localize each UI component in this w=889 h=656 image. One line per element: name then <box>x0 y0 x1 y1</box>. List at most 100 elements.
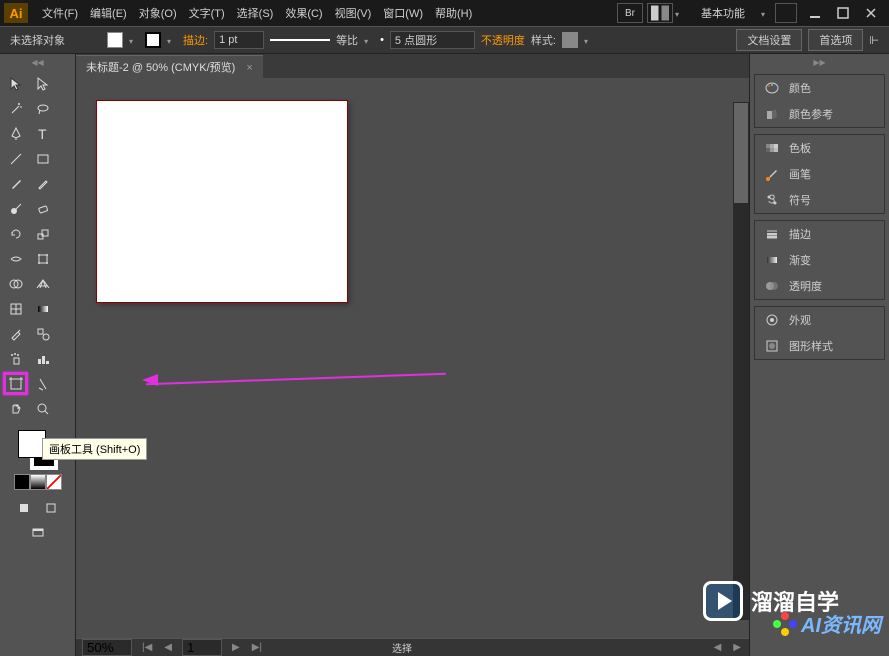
maximize-button[interactable] <box>829 1 857 25</box>
shape-builder-tool[interactable] <box>3 272 28 295</box>
panel-appearance[interactable]: 外观 <box>755 307 884 333</box>
workspace-dropdown[interactable] <box>761 8 771 18</box>
column-graph-tool[interactable] <box>30 347 55 370</box>
eyedropper-tool[interactable] <box>3 322 28 345</box>
menu-view[interactable]: 视图(V) <box>329 5 378 21</box>
panel-color-guide[interactable]: 颜色参考 <box>755 101 884 127</box>
panel-gradient[interactable]: 渐变 <box>755 247 884 273</box>
paintbrush-tool[interactable] <box>3 172 28 195</box>
selection-tool[interactable] <box>3 72 28 95</box>
pencil-tool[interactable] <box>30 172 55 195</box>
menu-type[interactable]: 文字(T) <box>183 5 231 21</box>
panel-symbols[interactable]: 符号 <box>755 187 884 213</box>
arrange-dropdown[interactable] <box>675 8 685 18</box>
blob-brush-tool[interactable] <box>3 197 28 220</box>
menu-window[interactable]: 窗口(W) <box>377 5 429 21</box>
lasso-tool[interactable] <box>30 97 55 120</box>
tool-tooltip: 画板工具 (Shift+O) <box>42 438 147 460</box>
ratio-dropdown[interactable] <box>364 35 374 45</box>
style-dropdown[interactable] <box>584 35 594 45</box>
slice-tool[interactable] <box>30 372 55 395</box>
artboard[interactable] <box>96 100 348 303</box>
panel-transparency[interactable]: 透明度 <box>755 273 884 299</box>
rotate-tool[interactable] <box>3 222 28 245</box>
panel-graphic-styles[interactable]: 图形样式 <box>755 333 884 359</box>
annotation-arrow <box>146 373 446 385</box>
draw-normal[interactable] <box>12 496 37 519</box>
color-mode-none[interactable] <box>46 474 62 490</box>
direct-selection-tool[interactable] <box>30 72 55 95</box>
first-artboard-icon[interactable]: |◀ <box>140 642 154 653</box>
free-transform-tool[interactable] <box>30 247 55 270</box>
fill-dropdown[interactable] <box>129 35 139 45</box>
type-tool[interactable]: T <box>30 122 55 145</box>
doc-tab[interactable]: 未标题-2 @ 50% (CMYK/预览) × <box>76 55 263 78</box>
eraser-tool[interactable] <box>30 197 55 220</box>
minimize-button[interactable] <box>801 1 829 25</box>
width-tool[interactable] <box>3 247 28 270</box>
artboard-nav-input[interactable] <box>182 639 222 656</box>
style-label[interactable]: 样式: <box>531 32 556 48</box>
brush-input[interactable] <box>390 31 475 49</box>
brush-preview[interactable] <box>270 39 330 41</box>
menu-object[interactable]: 对象(O) <box>133 5 183 21</box>
panel-swatches[interactable]: 色板 <box>755 135 884 161</box>
stroke-swatch[interactable] <box>145 32 161 48</box>
screen-mode[interactable] <box>25 521 50 544</box>
menu-select[interactable]: 选择(S) <box>231 5 280 21</box>
menu-edit[interactable]: 编辑(E) <box>84 5 133 21</box>
bridge-icon[interactable]: Br <box>617 3 643 23</box>
opacity-label[interactable]: 不透明度 <box>481 32 525 48</box>
hand-tool[interactable] <box>3 397 28 420</box>
style-swatch[interactable] <box>562 32 578 48</box>
panel-brushes[interactable]: 画笔 <box>755 161 884 187</box>
ratio-label[interactable]: 等比 <box>336 32 358 48</box>
mesh-tool[interactable] <box>3 297 28 320</box>
workspace-switcher[interactable]: 基本功能 <box>689 5 757 21</box>
panels-collapse[interactable]: ▶▶ <box>754 58 885 70</box>
doc-setup-button[interactable]: 文档设置 <box>736 29 802 51</box>
search-field[interactable] <box>775 3 797 23</box>
zoom-tool[interactable] <box>30 397 55 420</box>
hscroll-left[interactable]: ◀ <box>712 642 724 653</box>
panel-label: 图形样式 <box>789 338 833 354</box>
toolbox-collapse[interactable]: ◀◀ <box>3 58 72 70</box>
menu-effect[interactable]: 效果(C) <box>279 5 328 21</box>
rectangle-tool[interactable] <box>30 147 55 170</box>
last-artboard-icon[interactable]: ▶| <box>250 642 264 653</box>
panel-color[interactable]: 颜色 <box>755 75 884 101</box>
stroke-weight-input[interactable] <box>214 31 264 49</box>
vertical-scrollbar[interactable] <box>733 102 749 620</box>
preferences-button[interactable]: 首选项 <box>808 29 863 51</box>
blend-tool[interactable] <box>30 322 55 345</box>
panel-label: 色板 <box>789 140 811 156</box>
pen-tool[interactable] <box>3 122 28 145</box>
transparency-icon <box>763 277 781 295</box>
symbol-sprayer-tool[interactable] <box>3 347 28 370</box>
stroke-label[interactable]: 描边: <box>183 32 208 48</box>
zoom-input[interactable] <box>82 639 132 656</box>
arrange-docs-icon[interactable] <box>647 3 673 23</box>
scale-tool[interactable] <box>30 222 55 245</box>
close-tab-icon[interactable]: × <box>246 62 252 74</box>
perspective-grid-tool[interactable] <box>30 272 55 295</box>
canvas[interactable] <box>76 78 749 638</box>
next-artboard-icon[interactable]: ▶ <box>230 642 242 653</box>
fill-swatch[interactable] <box>107 32 123 48</box>
menu-help[interactable]: 帮助(H) <box>429 5 478 21</box>
panel-toggle-icon[interactable]: ⊩ <box>869 34 879 47</box>
color-mode-solid[interactable] <box>14 474 30 490</box>
line-tool[interactable] <box>3 147 28 170</box>
color-mode-gradient[interactable] <box>30 474 46 490</box>
tool-mode-label: 选择 <box>392 640 412 655</box>
draw-behind[interactable] <box>39 496 64 519</box>
hscroll-right[interactable]: ▶ <box>731 642 743 653</box>
artboard-tool[interactable] <box>3 372 28 395</box>
gradient-tool[interactable] <box>30 297 55 320</box>
panel-stroke[interactable]: 描边 <box>755 221 884 247</box>
menu-file[interactable]: 文件(F) <box>36 5 84 21</box>
prev-artboard-icon[interactable]: ◀ <box>162 642 174 653</box>
stroke-dropdown[interactable] <box>167 35 177 45</box>
close-button[interactable] <box>857 1 885 25</box>
magic-wand-tool[interactable] <box>3 97 28 120</box>
